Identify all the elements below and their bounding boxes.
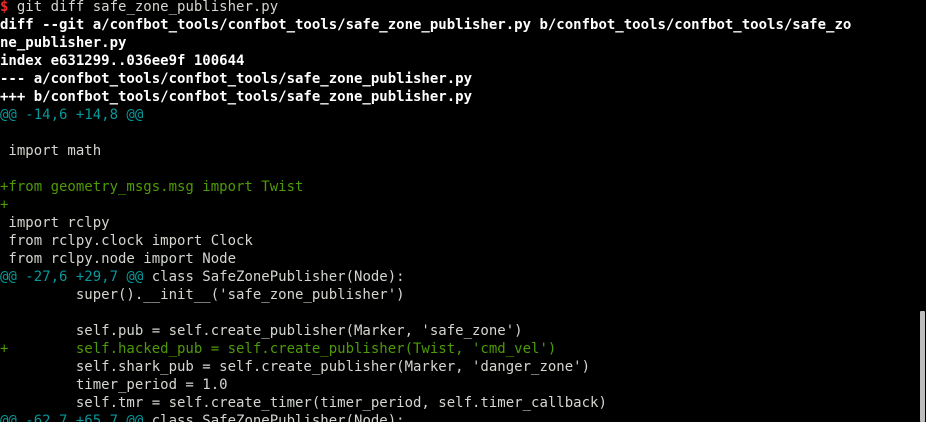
diff-header-line: ne_publisher.py: [0, 35, 127, 51]
hunk-range: @@ -27,6 +29,7 @@: [0, 269, 144, 285]
hunk-header-line: @@ -14,6 +14,8 @@: [0, 107, 144, 123]
context-line: timer_period = 1.0: [0, 377, 228, 393]
diff-header-line: diff --git a/confbot_tools/confbot_tools…: [0, 17, 852, 33]
context-line: import rclpy: [0, 215, 110, 231]
scrollbar-thumb[interactable]: [920, 311, 925, 422]
context-line: [0, 304, 918, 322]
hunk-header-line: @@ -62,7 +65,7 @@ class SafeZonePublishe…: [0, 412, 918, 422]
added-line: +from geometry_msgs.msg import Twist: [0, 179, 304, 195]
context-line: [0, 124, 918, 142]
hunk-header-line: @@ -27,6 +29,7 @@ class SafeZonePublishe…: [0, 268, 918, 286]
diff-old-file-line: --- a/confbot_tools/confbot_tools/safe_z…: [0, 71, 473, 87]
terminal-window[interactable]: $ git diff safe_zone_publisher.py diff -…: [0, 0, 918, 422]
context-line: self.tmr = self.create_timer(timer_perio…: [0, 395, 607, 411]
added-line: + self.hacked_pub = self.create_publishe…: [0, 341, 557, 357]
terminal-output: $ git diff safe_zone_publisher.py diff -…: [0, 0, 918, 422]
hunk-function-context: class SafeZonePublisher(Node):: [143, 269, 405, 285]
scrollbar[interactable]: [918, 0, 926, 422]
added-line: +: [0, 197, 9, 213]
context-line: from rclpy.node import Node: [0, 251, 237, 267]
diff-index-line: index e631299..036ee9f 100644: [0, 53, 245, 69]
context-line: self.shark_pub = self.create_publisher(M…: [0, 359, 591, 375]
context-line: super().__init__('safe_zone_publisher'): [0, 287, 405, 303]
context-line: [0, 160, 918, 178]
context-line: import math: [0, 143, 102, 159]
hunk-function-context: class SafeZonePublisher(Node):: [143, 413, 405, 422]
hunk-range: @@ -62,7 +65,7 @@: [0, 413, 144, 422]
command-text: git diff safe_zone_publisher.py: [8, 0, 279, 15]
command-line: $ git diff safe_zone_publisher.py: [0, 0, 918, 16]
context-line: self.pub = self.create_publisher(Marker,…: [0, 323, 523, 339]
context-line: from rclpy.clock import Clock: [0, 233, 253, 249]
diff-new-file-line: +++ b/confbot_tools/confbot_tools/safe_z…: [0, 89, 473, 105]
